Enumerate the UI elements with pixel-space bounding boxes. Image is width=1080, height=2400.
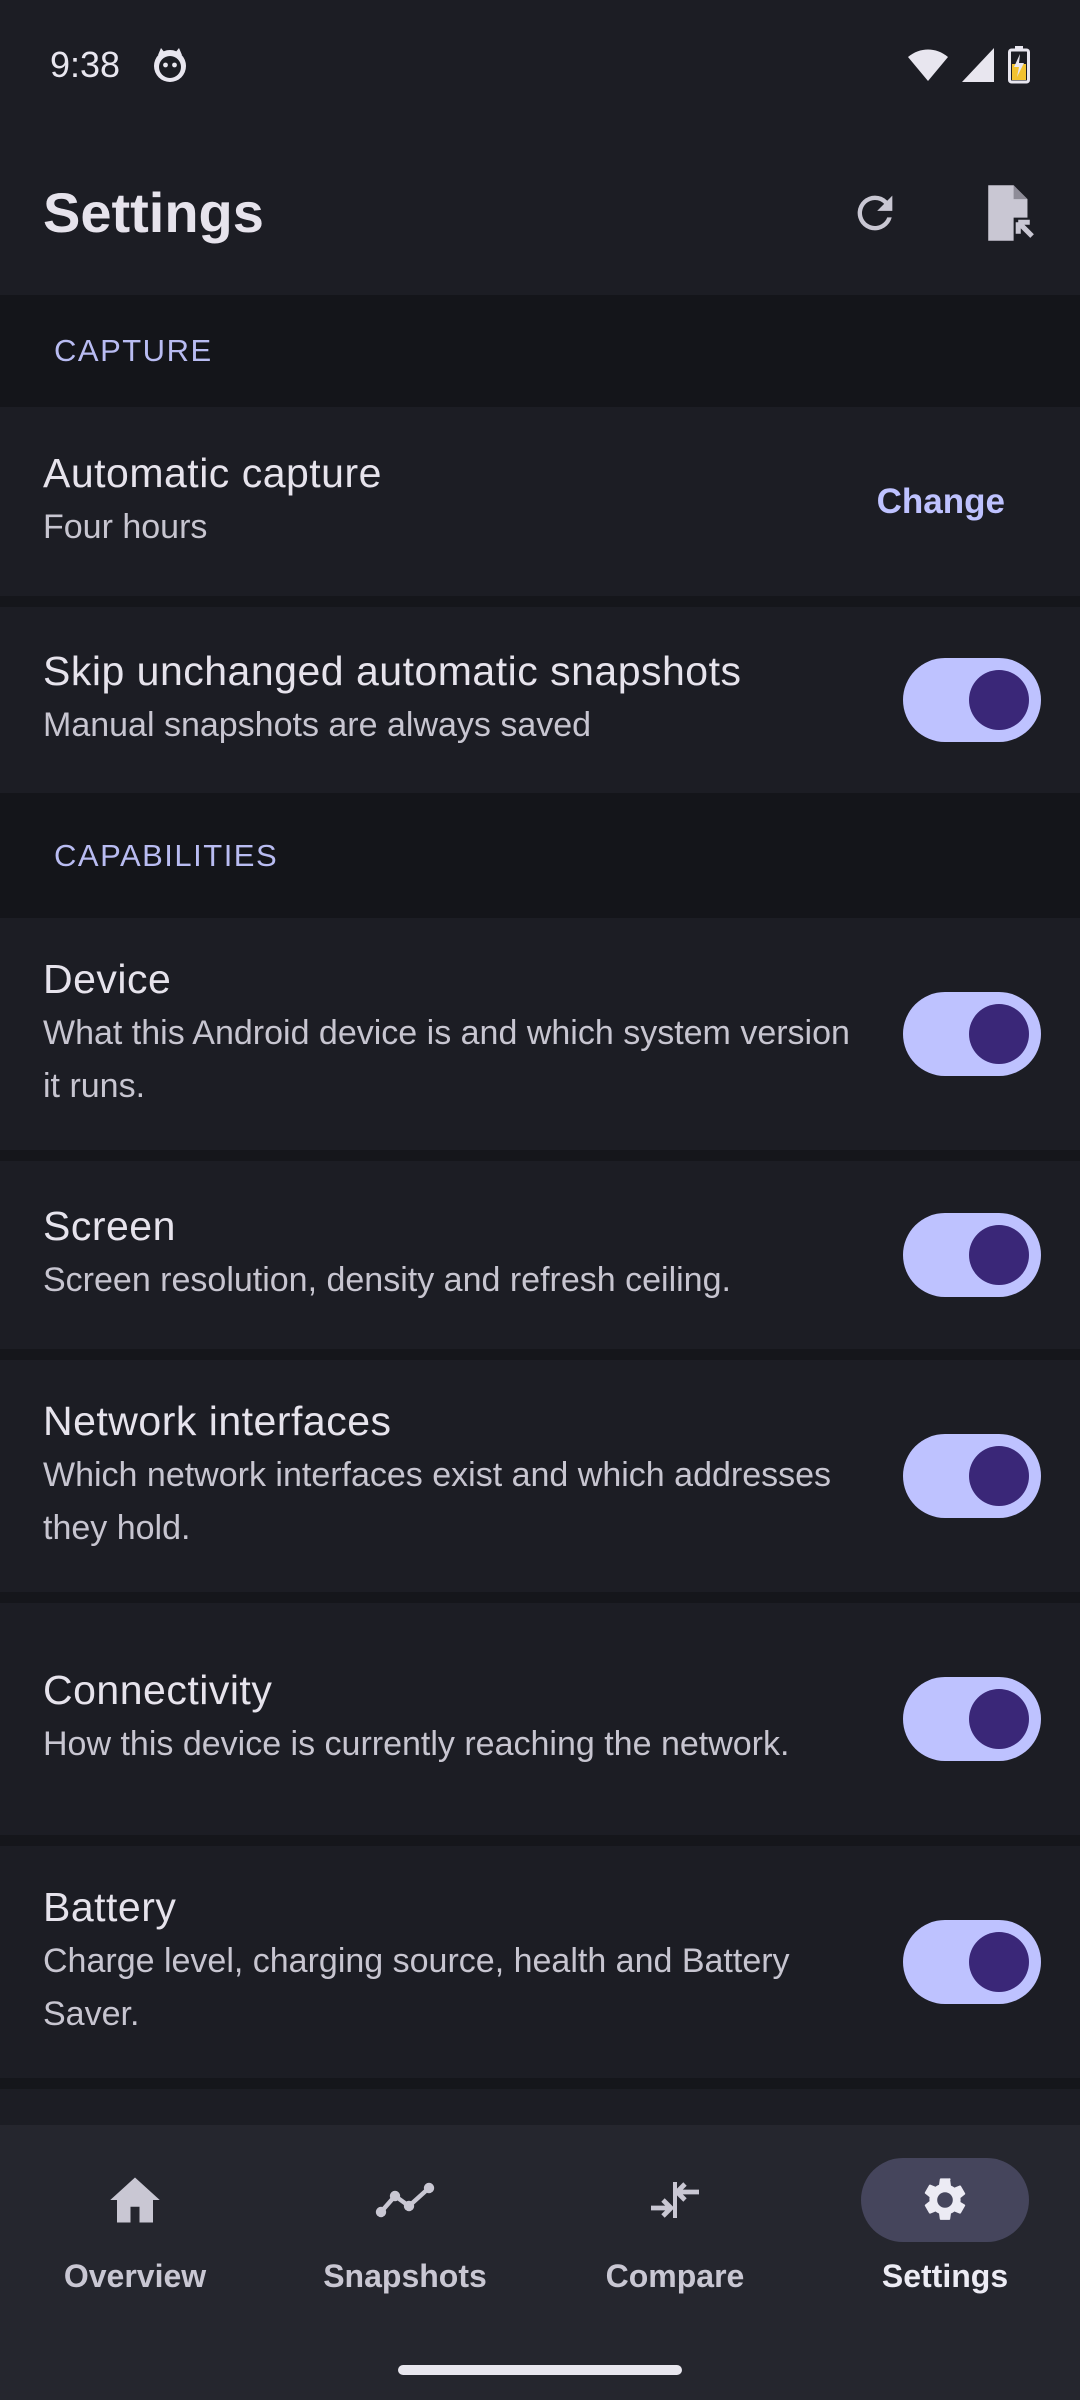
capability-row-battery[interactable]: Battery Charge level, charging source, h… [0, 1846, 1080, 2089]
settings-list: CAPTURE Automatic capture Four hours Cha… [0, 295, 1080, 2089]
capability-subtitle: How this device is currently reaching th… [43, 1725, 790, 1763]
capability-text: Network interfaces Which network interfa… [43, 1398, 863, 1555]
nav-icon-container [51, 2158, 219, 2242]
network-interfaces-switch[interactable] [903, 1434, 1041, 1518]
export-file-button[interactable] [973, 177, 1045, 249]
capability-title: Battery [43, 1883, 177, 1930]
switch-thumb [969, 670, 1029, 730]
nav-overview[interactable]: Overview [0, 2158, 270, 2400]
wifi-icon [908, 49, 948, 81]
capability-text: Battery Charge level, charging source, h… [43, 1884, 863, 2041]
capability-title: Connectivity [43, 1667, 273, 1713]
capability-subtitle: What this Android device is and which sy… [43, 1013, 850, 1105]
compare-arrows-icon [651, 2182, 699, 2218]
nav-icon-container [321, 2158, 489, 2242]
automatic-capture-title: Automatic capture [43, 449, 382, 496]
refresh-button[interactable] [839, 177, 911, 249]
refresh-icon [857, 195, 893, 230]
skip-unchanged-row[interactable]: Skip unchanged automatic snapshots Manua… [0, 607, 1080, 793]
signal-icon [962, 48, 994, 82]
capability-text: Device What this Android device is and w… [43, 956, 863, 1113]
home-icon [110, 2177, 160, 2223]
capability-row-screen[interactable]: Screen Screen resolution, density and re… [0, 1161, 1080, 1360]
cat-notification-icon [154, 48, 187, 82]
home-indicator[interactable] [398, 2365, 682, 2375]
capability-title: Device [43, 955, 172, 1002]
status-indicators [908, 46, 1030, 84]
capability-subtitle: Charge level, charging source, health an… [43, 1941, 790, 2033]
bottom-navigation: Overview Snapshots Compare Settings [0, 2125, 1080, 2400]
automatic-capture-row[interactable]: Automatic capture Four hours Change [0, 407, 1080, 607]
screen-switch[interactable] [903, 1213, 1041, 1297]
automatic-capture-text: Automatic capture Four hours [43, 450, 877, 554]
timeline-icon [375, 2182, 435, 2218]
gear-icon [924, 2178, 966, 2220]
nav-label: Snapshots [323, 2258, 487, 2294]
nav-icon-container [591, 2158, 759, 2242]
capability-subtitle: Screen resolution, density and refresh c… [43, 1261, 731, 1299]
nav-snapshots[interactable]: Snapshots [270, 2158, 540, 2400]
page-title: Settings [43, 181, 264, 244]
status-time: 9:38 [50, 44, 121, 85]
capability-subtitle: Which network interfaces exist and which… [43, 1455, 832, 1547]
battery-switch[interactable] [903, 1920, 1041, 2004]
capability-text: Screen Screen resolution, density and re… [43, 1203, 863, 1307]
nav-compare[interactable]: Compare [540, 2158, 810, 2400]
skip-unchanged-switch[interactable] [903, 658, 1041, 742]
skip-unchanged-title: Skip unchanged automatic snapshots [43, 648, 742, 694]
battery-charging-icon [1008, 46, 1030, 84]
capability-row-device[interactable]: Device What this Android device is and w… [0, 918, 1080, 1161]
section-header-capture: CAPTURE [0, 295, 1080, 407]
switch-thumb [969, 1689, 1029, 1749]
section-header-capabilities: CAPABILITIES [0, 793, 1080, 918]
skip-unchanged-text: Skip unchanged automatic snapshots Manua… [43, 648, 863, 752]
nav-icon-container [861, 2158, 1029, 2242]
nav-settings[interactable]: Settings [810, 2158, 1080, 2400]
capability-row-network-interfaces[interactable]: Network interfaces Which network interfa… [0, 1360, 1080, 1603]
capability-title: Network interfaces [43, 1397, 392, 1444]
file-export-icon [988, 184, 1034, 241]
nav-label: Settings [881, 2258, 1009, 2294]
capability-row-connectivity[interactable]: Connectivity How this device is currentl… [0, 1603, 1080, 1846]
switch-thumb [969, 1004, 1029, 1064]
status-bar: 9:38 [0, 0, 1080, 130]
nav-label: Compare [605, 2258, 745, 2294]
connectivity-switch[interactable] [903, 1677, 1041, 1761]
switch-thumb [969, 1932, 1029, 1992]
capability-text: Connectivity How this device is currentl… [43, 1667, 863, 1771]
nav-label: Overview [63, 2258, 207, 2294]
skip-unchanged-subtitle: Manual snapshots are always saved [43, 706, 592, 744]
app-bar-actions [839, 177, 1045, 249]
device-switch[interactable] [903, 992, 1041, 1076]
switch-thumb [969, 1446, 1029, 1506]
switch-thumb [969, 1225, 1029, 1285]
capability-title: Screen [43, 1203, 176, 1249]
app-bar: Settings [0, 130, 1080, 295]
change-button[interactable]: Change [877, 482, 1005, 522]
automatic-capture-value: Four hours [43, 507, 208, 546]
